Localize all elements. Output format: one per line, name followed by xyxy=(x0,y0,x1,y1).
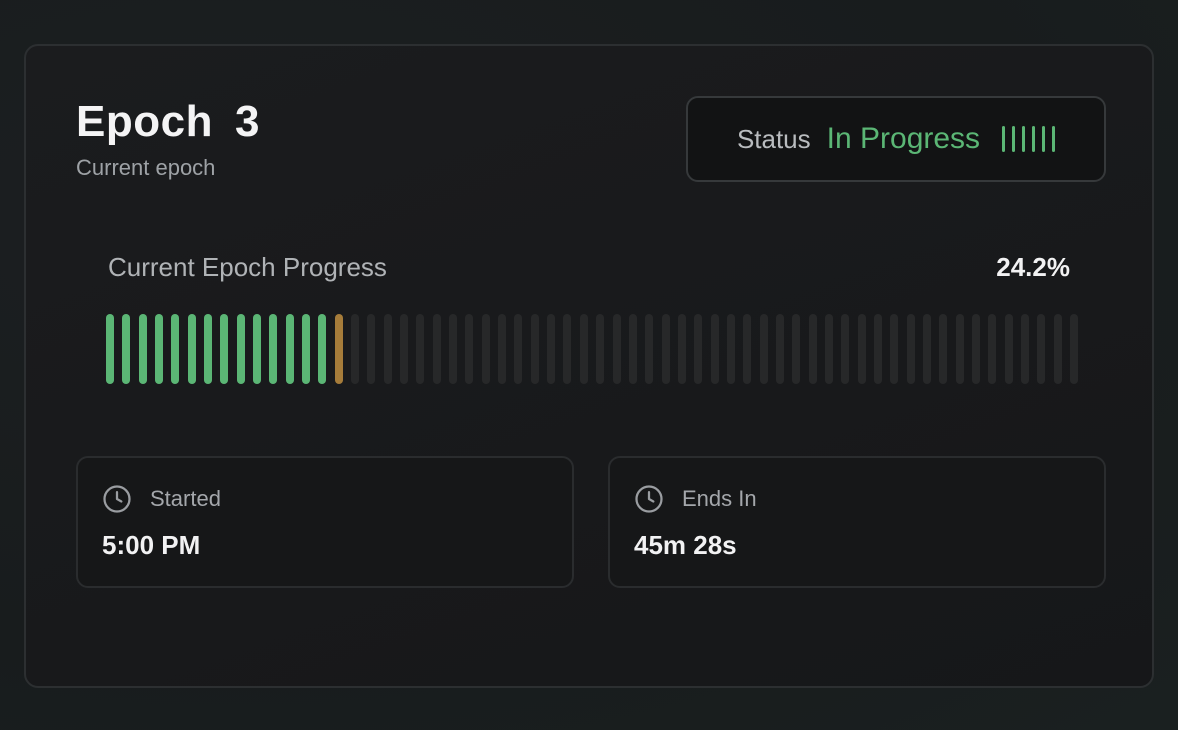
progress-segment-empty xyxy=(841,314,850,384)
ends-in-label: Ends In xyxy=(682,486,757,511)
activity-bars-icon xyxy=(1002,124,1056,154)
progress-segment-empty xyxy=(1070,314,1078,384)
epoch-title: Epoch 3 xyxy=(76,96,260,148)
progress-segment-current xyxy=(334,314,343,384)
ends-in-value: 45m 28s xyxy=(634,530,737,560)
progress-segment-empty xyxy=(710,314,719,384)
progress-segment-empty xyxy=(955,314,964,384)
status-label: Status xyxy=(736,123,811,154)
progress-segment-empty xyxy=(628,314,637,384)
progress-segment-empty xyxy=(775,314,784,384)
progress-segment-filled xyxy=(302,314,311,384)
started-panel: Started 5:00 PM xyxy=(76,456,574,588)
progress-segment-empty xyxy=(367,314,376,384)
progress-segment-filled xyxy=(253,314,262,384)
progress-segment-empty xyxy=(579,314,588,384)
progress-segment-empty xyxy=(726,314,735,384)
progress-segment-filled xyxy=(285,314,294,384)
progress-segment-empty xyxy=(661,314,670,384)
progress-segment-empty xyxy=(971,314,980,384)
progress-segment-empty xyxy=(939,314,948,384)
progress-segment-filled xyxy=(122,314,131,384)
progress-bar xyxy=(106,314,1078,384)
progress-segment-filled xyxy=(171,314,180,384)
progress-segment-empty xyxy=(808,314,817,384)
progress-segment-empty xyxy=(498,314,507,384)
progress-label: Current Epoch Progress xyxy=(108,252,387,282)
progress-segment-filled xyxy=(204,314,213,384)
progress-segment-empty xyxy=(596,314,605,384)
progress-segment-empty xyxy=(759,314,768,384)
progress-segment-empty xyxy=(514,314,523,384)
clock-icon xyxy=(103,485,131,513)
epoch-number: 3 xyxy=(234,97,260,146)
progress-segment-empty xyxy=(449,314,458,384)
ends-in-panel: Ends In 45m 28s xyxy=(608,456,1106,588)
progress-segment-empty xyxy=(465,314,474,384)
progress-segment-filled xyxy=(138,314,147,384)
progress-segment-filled xyxy=(187,314,196,384)
progress-segment-empty xyxy=(612,314,621,384)
progress-segment-empty xyxy=(1053,314,1062,384)
progress-segment-empty xyxy=(988,314,997,384)
progress-segment-empty xyxy=(792,314,801,384)
progress-segment-empty xyxy=(890,314,899,384)
page: Epoch 3 Current epoch Status In Progress … xyxy=(0,0,1178,730)
progress-segment-empty xyxy=(547,314,556,384)
progress-segment-empty xyxy=(416,314,425,384)
progress-percentage: 24.2% xyxy=(996,252,1070,282)
status-badge: Status In Progress xyxy=(686,96,1106,182)
started-label: Started xyxy=(150,486,221,511)
progress-segment-empty xyxy=(824,314,833,384)
progress-segment-empty xyxy=(400,314,409,384)
progress-segment-empty xyxy=(432,314,441,384)
started-value: 5:00 PM xyxy=(102,530,201,560)
epoch-subtitle: Current epoch xyxy=(76,155,216,180)
progress-segment-filled xyxy=(269,314,278,384)
progress-segment-empty xyxy=(351,314,360,384)
progress-segment-filled xyxy=(236,314,245,384)
progress-segment-empty xyxy=(645,314,654,384)
progress-segment-empty xyxy=(677,314,686,384)
progress-segment-empty xyxy=(857,314,866,384)
progress-segment-empty xyxy=(743,314,752,384)
epoch-title-word: Epoch xyxy=(76,97,213,146)
progress-segment-filled xyxy=(106,314,114,384)
progress-segment-filled xyxy=(155,314,164,384)
progress-segment-empty xyxy=(694,314,703,384)
progress-segment-filled xyxy=(318,314,327,384)
progress-segment-empty xyxy=(873,314,882,384)
progress-segment-empty xyxy=(1037,314,1046,384)
epoch-card: Epoch 3 Current epoch Status In Progress … xyxy=(24,44,1154,688)
progress-segment-empty xyxy=(906,314,915,384)
progress-segment-empty xyxy=(383,314,392,384)
progress-segment-empty xyxy=(481,314,490,384)
clock-icon xyxy=(635,485,663,513)
progress-segment-empty xyxy=(530,314,539,384)
status-value: In Progress xyxy=(826,122,981,155)
progress-segment-empty xyxy=(563,314,572,384)
progress-segment-empty xyxy=(1020,314,1029,384)
progress-segment-filled xyxy=(220,314,229,384)
progress-segment-empty xyxy=(1004,314,1013,384)
progress-segment-empty xyxy=(922,314,931,384)
